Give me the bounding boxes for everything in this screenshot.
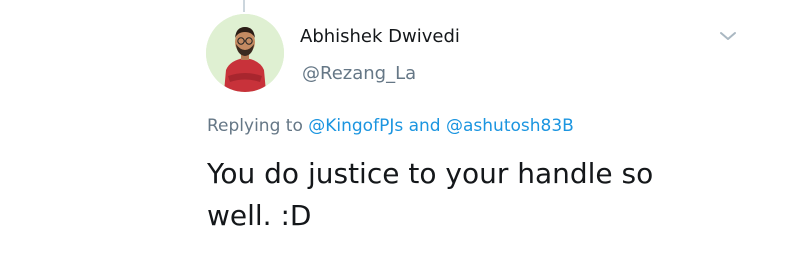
avatar[interactable] <box>206 14 284 92</box>
replying-to-line: Replying to @KingofPJs and @ashutosh83B <box>207 116 574 136</box>
thread-connector-line <box>243 0 245 12</box>
tweet-text: You do justice to your handle so well. :… <box>207 157 654 232</box>
replying-to-joiner: and <box>408 116 441 136</box>
avatar-photo <box>206 14 284 92</box>
mention-link-kingofpjs[interactable]: @KingofPJs <box>308 116 403 136</box>
author-display-name[interactable]: Abhishek Dwivedi <box>300 26 460 47</box>
mention-link-ashutosh83b[interactable]: @ashutosh83B <box>446 116 574 136</box>
chevron-down-icon[interactable] <box>718 28 738 44</box>
author-handle[interactable]: @Rezang_La <box>302 63 416 84</box>
replying-to-prefix: Replying to <box>207 116 303 136</box>
